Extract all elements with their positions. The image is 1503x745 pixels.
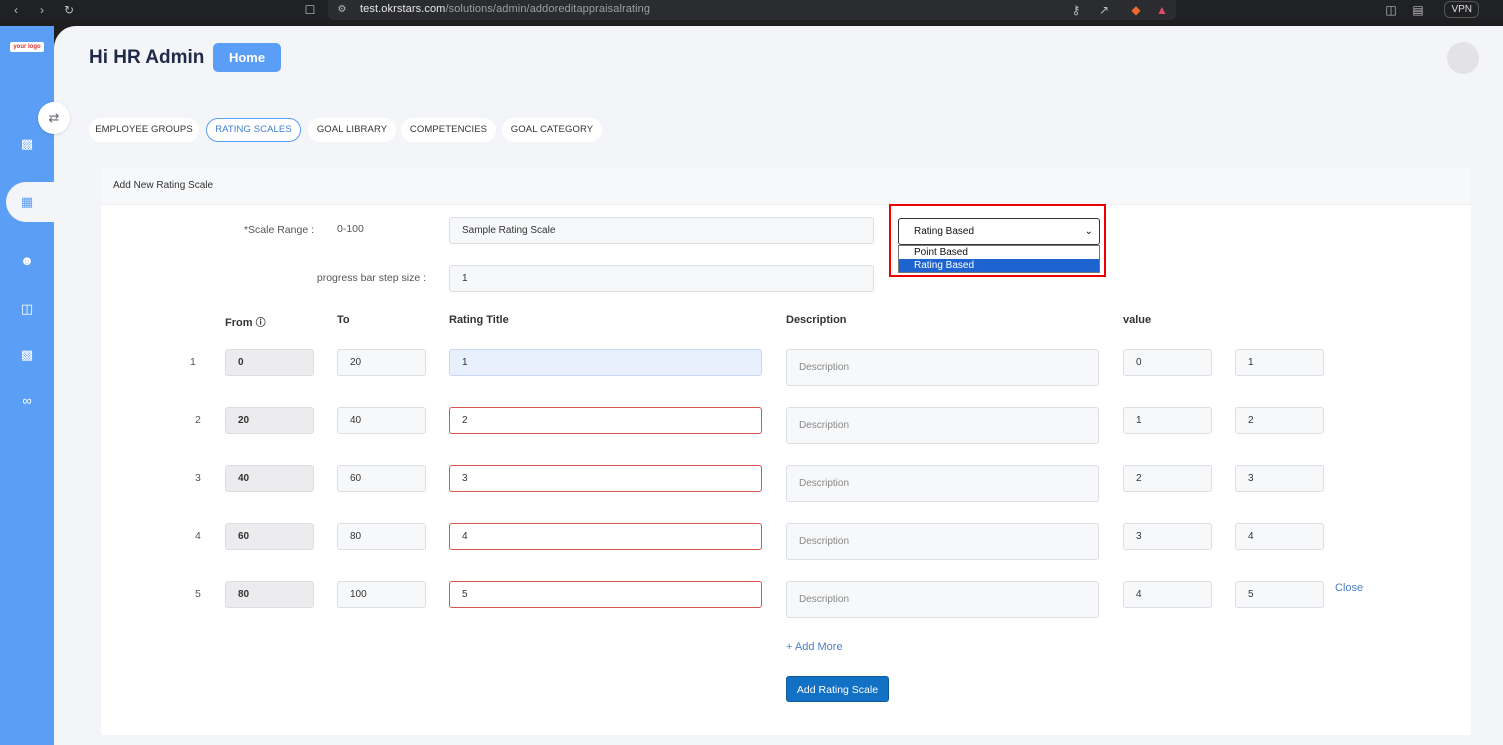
to-input[interactable]: 80 bbox=[337, 523, 426, 550]
browser-toolbar: ‹ › ↻ ☐ ⚙ test.okrstars.com/solutions/ad… bbox=[0, 0, 1503, 20]
to-input[interactable]: 20 bbox=[337, 349, 426, 376]
bar-chart-icon[interactable]: ▩ bbox=[19, 347, 35, 363]
card-header: Add New Rating Scale bbox=[101, 167, 1471, 205]
handshake-icon[interactable]: ∞ bbox=[19, 393, 35, 409]
info-icon[interactable]: ⓘ bbox=[256, 318, 266, 329]
grid-icon: ▦ bbox=[20, 194, 34, 209]
bar-chart-icon[interactable]: ▩ bbox=[19, 136, 35, 152]
share-icon[interactable]: ↗ bbox=[1096, 2, 1112, 18]
logo: your logo bbox=[10, 42, 44, 52]
col-to: To bbox=[337, 314, 350, 326]
brave-shield-icon[interactable]: ◆ bbox=[1128, 2, 1144, 18]
address-bar[interactable]: ⚙ test.okrstars.com/solutions/admin/addo… bbox=[328, 0, 1176, 20]
people-icon[interactable]: ☻ bbox=[19, 253, 35, 269]
value-max-input[interactable]: 2 bbox=[1235, 407, 1324, 434]
value-max-input[interactable]: 5 bbox=[1235, 581, 1324, 608]
scale-name-input[interactable]: Sample Rating Scale bbox=[449, 217, 874, 244]
col-value: value bbox=[1123, 314, 1152, 326]
to-input[interactable]: 40 bbox=[337, 407, 426, 434]
value-min-input[interactable]: 0 bbox=[1123, 349, 1212, 376]
brave-rewards-icon[interactable]: ▲ bbox=[1154, 2, 1170, 18]
url-text: test.okrstars.com/solutions/admin/addore… bbox=[360, 3, 651, 15]
col-description: Description bbox=[786, 314, 847, 326]
tab-competencies[interactable]: COMPETENCIES bbox=[401, 118, 496, 142]
bookmark-icon[interactable]: ☐ bbox=[302, 2, 318, 18]
scale-type-selected: Rating Based bbox=[914, 226, 975, 237]
scale-type-select[interactable]: Rating Based ⌄ bbox=[898, 218, 1100, 245]
value-min-input[interactable]: 3 bbox=[1123, 523, 1212, 550]
from-input: 80 bbox=[225, 581, 314, 608]
page-greeting: Hi HR Admin bbox=[89, 47, 205, 68]
tab-goal-category[interactable]: GOAL CATEGORY bbox=[502, 118, 602, 142]
row-number: 2 bbox=[195, 414, 201, 426]
chevron-down-icon: ⌄ bbox=[1084, 226, 1093, 237]
step-size-input[interactable]: 1 bbox=[449, 265, 874, 292]
description-input[interactable]: Description bbox=[786, 349, 1099, 386]
back-icon[interactable]: ‹ bbox=[8, 2, 24, 18]
to-input[interactable]: 100 bbox=[337, 581, 426, 608]
close-row-link[interactable]: Close bbox=[1335, 582, 1363, 594]
from-input: 20 bbox=[225, 407, 314, 434]
value-max-input[interactable]: 3 bbox=[1235, 465, 1324, 492]
vpn-button[interactable]: VPN bbox=[1444, 1, 1479, 18]
tab-goal-library[interactable]: GOAL LIBRARY bbox=[308, 118, 396, 142]
col-rating-title: Rating Title bbox=[449, 314, 509, 326]
columns-icon[interactable]: ◫ bbox=[19, 301, 35, 317]
description-input[interactable]: Description bbox=[786, 407, 1099, 444]
row-number: 4 bbox=[195, 530, 201, 542]
value-min-input[interactable]: 2 bbox=[1123, 465, 1212, 492]
scale-type-highlight: Rating Based ⌄ Point Based Rating Based bbox=[889, 204, 1106, 277]
option-point-based[interactable]: Point Based bbox=[899, 246, 1099, 259]
rating-title-input[interactable]: 5 bbox=[449, 581, 762, 608]
scale-range-label: *Scale Range : bbox=[243, 224, 314, 236]
description-input[interactable]: Description bbox=[786, 465, 1099, 502]
rating-title-input[interactable]: 3 bbox=[449, 465, 762, 492]
description-input[interactable]: Description bbox=[786, 523, 1099, 560]
reload-icon[interactable]: ↻ bbox=[61, 2, 77, 18]
tab-rating-scales[interactable]: RATING SCALES bbox=[206, 118, 301, 142]
col-from: From ⓘ bbox=[225, 317, 266, 329]
wallet-icon[interactable]: ▤ bbox=[1410, 2, 1426, 18]
avatar[interactable] bbox=[1447, 42, 1479, 74]
from-input: 0 bbox=[225, 349, 314, 376]
collapse-sidebar-button[interactable]: ⇄ bbox=[38, 102, 70, 134]
home-button[interactable]: Home bbox=[213, 43, 281, 72]
key-icon[interactable]: ⚷ bbox=[1068, 2, 1084, 18]
option-rating-based[interactable]: Rating Based bbox=[899, 259, 1099, 272]
app-sidebar: your logo ▩ ▦ ☻ ◫ ▩ ∞ bbox=[0, 26, 66, 745]
value-min-input[interactable]: 1 bbox=[1123, 407, 1212, 434]
scale-type-options: Point Based Rating Based bbox=[898, 245, 1100, 273]
description-input[interactable]: Description bbox=[786, 581, 1099, 618]
step-size-label: progress bar step size : bbox=[316, 272, 426, 284]
value-max-input[interactable]: 4 bbox=[1235, 523, 1324, 550]
add-more-link[interactable]: + Add More bbox=[786, 641, 843, 653]
add-rating-scale-button[interactable]: Add Rating Scale bbox=[786, 676, 889, 702]
rating-title-input[interactable]: 1 bbox=[449, 349, 762, 376]
value-min-input[interactable]: 4 bbox=[1123, 581, 1212, 608]
rating-title-input[interactable]: 2 bbox=[449, 407, 762, 434]
card-title: Add New Rating Scale bbox=[113, 180, 214, 191]
value-max-input[interactable]: 1 bbox=[1235, 349, 1324, 376]
rating-title-input[interactable]: 4 bbox=[449, 523, 762, 550]
site-info-icon[interactable]: ⚙ bbox=[334, 2, 350, 18]
tab-employee-groups[interactable]: EMPLOYEE GROUPS bbox=[89, 118, 199, 142]
from-input: 60 bbox=[225, 523, 314, 550]
scale-range-value: 0-100 bbox=[337, 223, 364, 235]
row-number: 5 bbox=[195, 588, 201, 600]
forward-icon[interactable]: › bbox=[34, 2, 50, 18]
row-number: 3 bbox=[195, 472, 201, 484]
to-input[interactable]: 60 bbox=[337, 465, 426, 492]
from-input: 40 bbox=[225, 465, 314, 492]
row-number: 1 bbox=[190, 356, 196, 368]
sidebar-toggle-icon[interactable]: ◫ bbox=[1383, 2, 1399, 18]
